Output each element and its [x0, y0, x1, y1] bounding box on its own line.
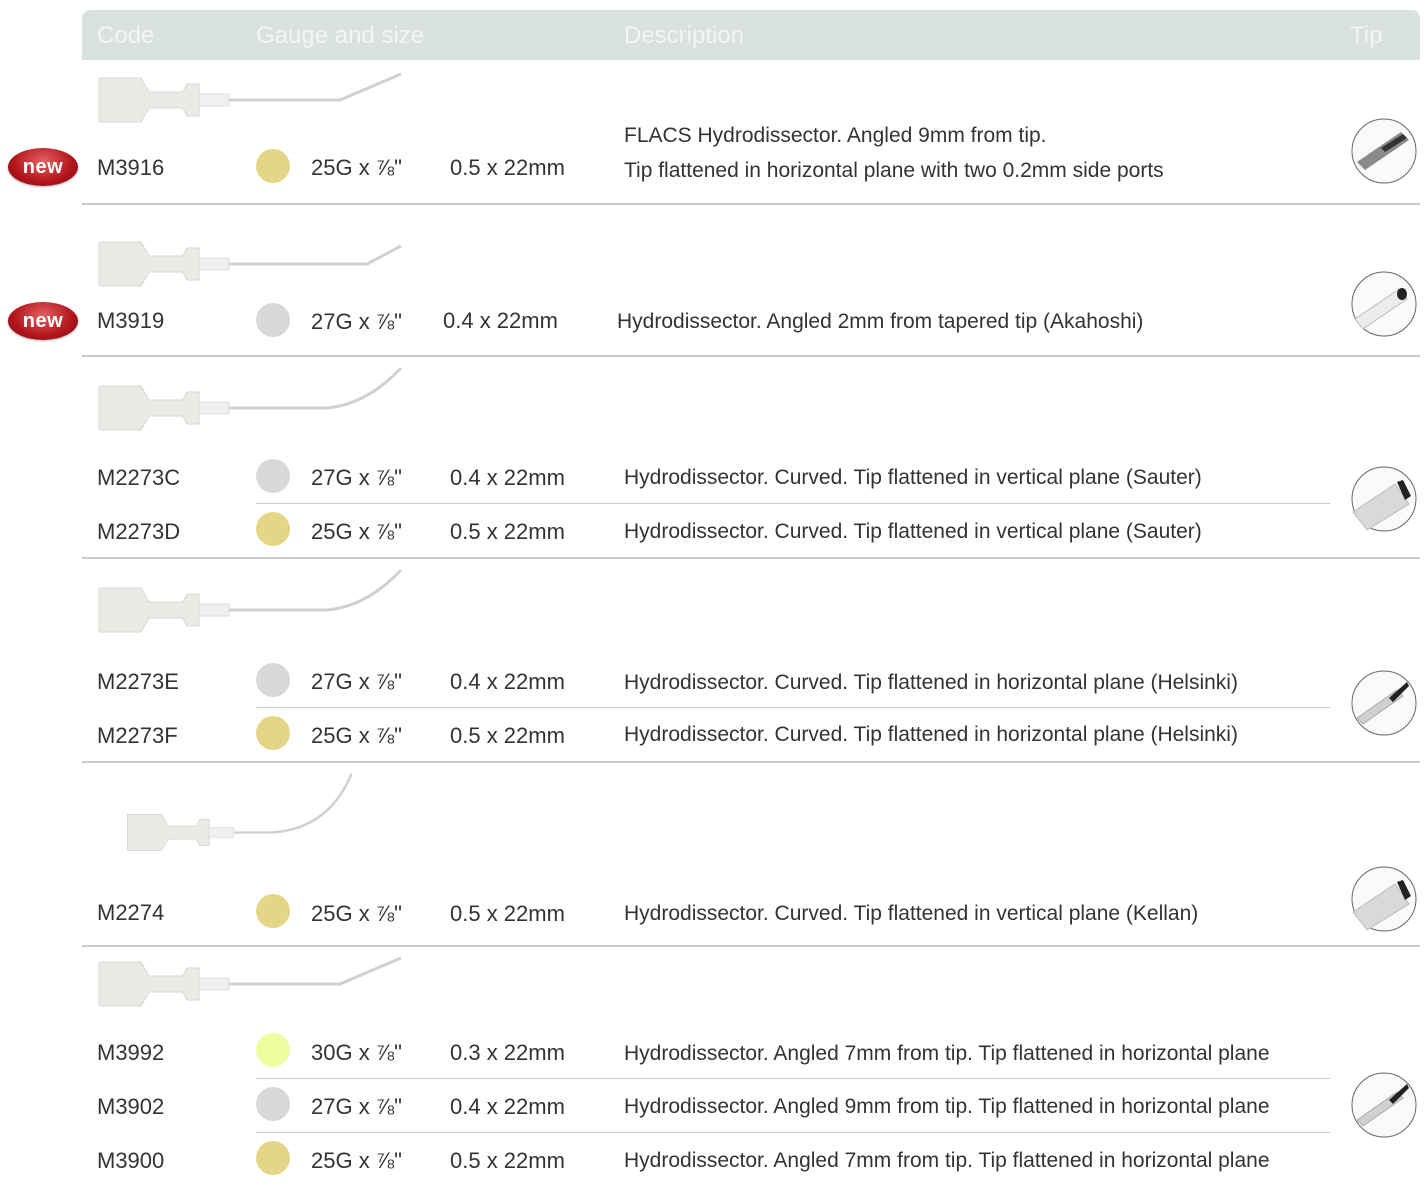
product-code: M3916 [97, 155, 165, 180]
gauge-size: 27G x ⅞" [311, 309, 402, 334]
gauge-size: 25G x ⅞" [311, 155, 402, 180]
description-line-1: Hydrodissector. Angled 7mm from tip. Tip… [624, 1042, 1270, 1065]
sub-row-separator [256, 1078, 1330, 1079]
product-code: M2274 [97, 900, 165, 925]
product-code: M3900 [97, 1148, 165, 1173]
product-code: M2273F [97, 723, 178, 748]
description-line-2: Tip flattened in horizontal plane with t… [624, 159, 1164, 182]
gauge-color-dot-grey [256, 1087, 290, 1121]
metric-size: 0.5 x 22mm [450, 901, 565, 926]
new-badge: new [8, 302, 78, 340]
gauge-size: 25G x ⅞" [311, 723, 402, 748]
description-line-1: Hydrodissector. Curved. Tip flattened in… [624, 723, 1238, 746]
gauge-size: 25G x ⅞" [311, 519, 402, 544]
tip-closeup-icon [1351, 466, 1417, 532]
tip-closeup-icon [1351, 271, 1417, 337]
tip-closeup-icon [1351, 866, 1417, 932]
metric-size: 0.4 x 22mm [450, 465, 565, 490]
description-line-1: Hydrodissector. Curved. Tip flattened in… [624, 520, 1202, 543]
product-code: M3919 [97, 308, 165, 333]
gauge-color-dot-yellow [256, 149, 290, 183]
sub-row-separator [256, 707, 1330, 708]
product-code: M2273E [97, 669, 179, 694]
tip-closeup-icon [1351, 1072, 1417, 1138]
gauge-color-dot-yellow [256, 894, 290, 928]
cannula-curved-image [98, 568, 403, 633]
description-line-1: Hydrodissector. Angled 9mm from tip. Tip… [624, 1095, 1270, 1118]
metric-size: 0.3 x 22mm [450, 1040, 565, 1065]
sub-row-separator [256, 503, 1330, 504]
row-separator [82, 945, 1420, 947]
description-line-1: Hydrodissector. Angled 7mm from tip. Tip… [624, 1149, 1270, 1172]
metric-size: 0.5 x 22mm [450, 519, 565, 544]
row-separator [82, 203, 1420, 205]
gauge-color-dot-yellow [256, 716, 290, 750]
header-description: Description [624, 22, 745, 49]
tip-closeup-icon [1351, 118, 1417, 184]
gauge-color-dot-grey [256, 303, 290, 337]
tip-closeup-icon [1351, 670, 1417, 736]
product-code: M3902 [97, 1094, 165, 1119]
metric-size: 0.4 x 22mm [443, 308, 558, 333]
metric-size: 0.4 x 22mm [450, 669, 565, 694]
cannula-curved-image [98, 366, 403, 431]
description-line-1: Hydrodissector. Curved. Tip flattened in… [624, 902, 1199, 925]
gauge-color-dot-lime [256, 1033, 290, 1067]
description-line-1: Hydrodissector. Angled 2mm from tapered … [617, 310, 1144, 333]
gauge-size: 30G x ⅞" [311, 1040, 402, 1065]
header-code: Code [97, 22, 155, 49]
new-badge: new [8, 148, 78, 186]
metric-size: 0.5 x 22mm [450, 1148, 565, 1173]
metric-size: 0.5 x 22mm [450, 155, 565, 180]
gauge-size: 25G x ⅞" [311, 1148, 402, 1173]
metric-size: 0.4 x 22mm [450, 1094, 565, 1119]
description-line-1: Hydrodissector. Curved. Tip flattened in… [624, 466, 1202, 489]
metric-size: 0.5 x 22mm [450, 723, 565, 748]
row-separator [82, 557, 1420, 559]
gauge-color-dot-yellow [256, 512, 290, 546]
gauge-color-dot-yellow [256, 1141, 290, 1175]
header-tip: Tip [1350, 22, 1383, 49]
gauge-size: 27G x ⅞" [311, 669, 402, 694]
gauge-size: 27G x ⅞" [311, 465, 402, 490]
gauge-color-dot-grey [256, 663, 290, 697]
description-line-1: Hydrodissector. Curved. Tip flattened in… [624, 671, 1238, 694]
product-code: M2273D [97, 519, 181, 544]
gauge-size: 27G x ⅞" [311, 1094, 402, 1119]
row-separator [82, 761, 1420, 763]
row-separator [82, 355, 1420, 357]
gauge-size: 25G x ⅞" [311, 901, 402, 926]
cannula-angled-image [98, 956, 402, 1007]
sub-row-separator [256, 1132, 1330, 1133]
description-line-1: FLACS Hydrodissector. Angled 9mm from ti… [624, 124, 1047, 147]
gauge-color-dot-grey [256, 459, 290, 493]
product-code: M2273C [97, 465, 181, 490]
product-code: M3992 [97, 1040, 165, 1065]
cannula-curved-image [126, 773, 353, 851]
cannula-angled-image [98, 72, 402, 123]
header-gauge: Gauge and size [256, 22, 425, 49]
